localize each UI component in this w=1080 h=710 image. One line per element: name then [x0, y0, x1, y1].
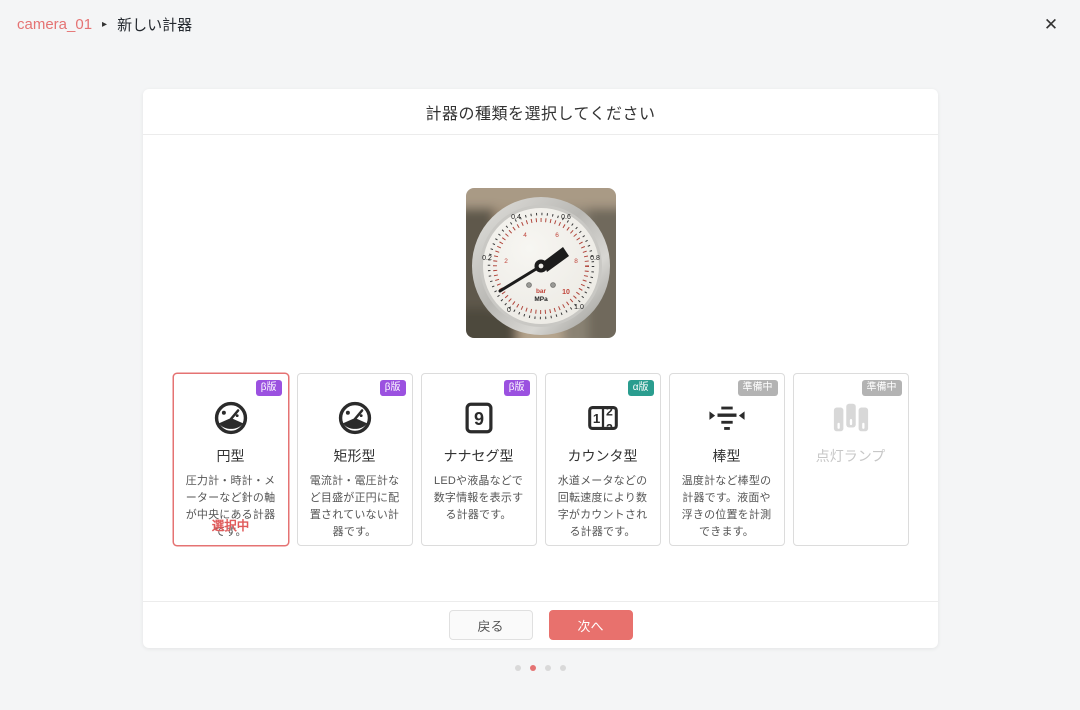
breadcrumb-camera-link[interactable]: camera_01 [17, 16, 92, 33]
meter-type-list: β版 円型 圧力計・時計・メーターなど針の軸が中央にある計器です。 選択中 β版 [143, 373, 938, 546]
svg-text:0.6: 0.6 [561, 214, 571, 221]
type-label: カウンタ型 [554, 446, 652, 466]
gauge-icon [306, 396, 404, 440]
type-card-lamp: 準備中 点灯ランプ [793, 373, 909, 546]
next-button[interactable]: 次へ [549, 610, 633, 640]
type-label: ナナセグ型 [430, 446, 528, 466]
svg-text:0.4: 0.4 [511, 214, 521, 221]
modal-footer: 戻る 次へ [143, 601, 938, 648]
svg-text:9: 9 [473, 409, 483, 429]
gauge-photo-illustration: 0 0.2 0.4 0.6 0.8 1.0 2 4 6 8 10 bar MPa [466, 188, 616, 338]
bar-level-icon [678, 396, 776, 440]
counter-icon: 1 2 2 [554, 396, 652, 440]
type-card-counter[interactable]: α版 1 2 2 カウンタ型 水道メータなどの回転速度により数字がカウントされる… [545, 373, 661, 546]
gauge-sample-photo: 0 0.2 0.4 0.6 0.8 1.0 2 4 6 8 10 bar MPa [466, 188, 616, 338]
svg-text:6: 6 [555, 232, 559, 239]
svg-text:2: 2 [504, 258, 508, 265]
beta-badge: β版 [256, 380, 282, 396]
selected-status-label: 選択中 [174, 515, 288, 534]
svg-text:10: 10 [562, 289, 570, 296]
svg-text:4: 4 [523, 232, 527, 239]
svg-text:1.0: 1.0 [574, 304, 584, 311]
modal-header: 計器の種類を選択してください [143, 89, 938, 135]
type-description: 水道メータなどの回転速度により数字がカウントされる計器です。 [554, 473, 652, 541]
step-dot-4[interactable] [560, 665, 566, 671]
preparing-badge: 準備中 [862, 380, 902, 396]
meter-type-modal: 計器の種類を選択してください [143, 89, 938, 648]
type-card-rectangular[interactable]: β版 矩形型 電流計・電圧計など目盛が正円に配置されていない計器です。 [297, 373, 413, 546]
svg-text:0.2: 0.2 [482, 255, 492, 262]
type-label: 円型 [182, 446, 280, 466]
breadcrumb-current-page: 新しい計器 [117, 14, 192, 35]
seven-segment-icon: 9 [430, 396, 528, 440]
type-card-bar[interactable]: 準備中 棒型 温度計など棒型の計器です。液面や浮きの位置を計測できます。 [669, 373, 785, 546]
svg-text:0.8: 0.8 [590, 255, 600, 262]
svg-text:bar: bar [535, 288, 546, 295]
indicator-lamps-icon [802, 396, 900, 440]
type-label: 点灯ランプ [802, 446, 900, 466]
back-button[interactable]: 戻る [449, 610, 533, 640]
type-description: LEDや液晶などで数字情報を表示する計器です。 [430, 473, 528, 524]
type-card-sevenseg[interactable]: β版 9 ナナセグ型 LEDや液晶などで数字情報を表示する計器です。 [421, 373, 537, 546]
type-description: 電流計・電圧計など目盛が正円に配置されていない計器です。 [306, 473, 404, 541]
type-label: 棒型 [678, 446, 776, 466]
svg-text:1: 1 [592, 411, 600, 426]
beta-badge: β版 [380, 380, 406, 396]
type-card-circular[interactable]: β版 円型 圧力計・時計・メーターなど針の軸が中央にある計器です。 選択中 [173, 373, 289, 546]
close-icon[interactable]: ✕ [1038, 12, 1064, 38]
step-dot-3[interactable] [545, 665, 551, 671]
preparing-badge: 準備中 [738, 380, 778, 396]
alpha-badge: α版 [628, 380, 654, 396]
svg-text:MPa: MPa [534, 296, 548, 303]
type-label: 矩形型 [306, 446, 404, 466]
svg-text:0: 0 [507, 307, 511, 314]
type-description: 温度計など棒型の計器です。液面や浮きの位置を計測できます。 [678, 473, 776, 541]
step-dot-2-active[interactable] [530, 665, 536, 671]
wizard-step-dots [0, 665, 1080, 671]
gauge-icon [182, 396, 280, 440]
svg-text:8: 8 [574, 258, 578, 265]
beta-badge: β版 [504, 380, 530, 396]
modal-title: 計器の種類を選択してください [425, 100, 655, 124]
breadcrumb: camera_01 ▸ 新しい計器 [0, 0, 1080, 48]
breadcrumb-separator-icon: ▸ [102, 19, 107, 30]
step-dot-1[interactable] [515, 665, 521, 671]
